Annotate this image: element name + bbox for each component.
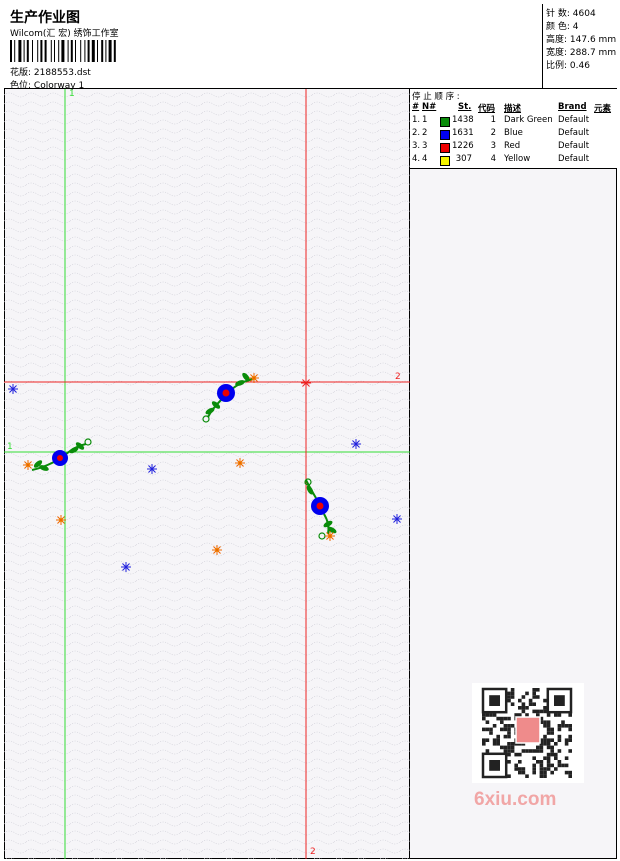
qr-code — [472, 683, 584, 783]
stop-sequence-row: 2. 2 1631 2 Blue Default — [410, 128, 617, 140]
col-st: St. — [458, 102, 472, 112]
col-code: 代码 — [478, 104, 496, 114]
row-description: Blue — [504, 128, 523, 138]
row-n: 1 — [422, 115, 428, 125]
scale-line: 比例: 0.46 — [546, 61, 590, 71]
row-n: 3 — [422, 141, 428, 151]
row-n: 4 — [422, 154, 428, 164]
watermark: 6xiu.com — [474, 789, 557, 810]
barcode — [10, 40, 116, 62]
stop-sequence-row: 3. 3 1226 3 Red Default — [410, 141, 617, 153]
stitch-star — [235, 458, 245, 468]
design-preview — [4, 89, 410, 859]
design-canvas: 1 1 2 2 — [4, 89, 410, 859]
design-value: 2188553.dst — [33, 68, 91, 78]
row-brand: Default — [558, 154, 590, 164]
row-brand: Default — [558, 141, 590, 151]
height-value: 147.6 mm — [569, 35, 617, 45]
row-index: 2. — [412, 128, 421, 138]
row-index: 4. — [412, 154, 421, 164]
row-stitches: 1631 — [452, 128, 474, 138]
row-description: Red — [504, 141, 521, 151]
width-line: 宽度: 288.7 mm — [546, 48, 617, 58]
design-file-line: 花版: 2188553.dst — [10, 65, 91, 78]
stitch-star — [23, 460, 33, 470]
green-guide-label-top: 1 — [69, 89, 75, 99]
stop-sequence-panel: 停 止 顺 序 : # N# St. 代码 描述 Brand 元素 1. 1 143… — [410, 89, 617, 169]
row-stitches: 1226 — [452, 141, 474, 151]
row-index: 1. — [412, 115, 421, 125]
red-guide-label-right: 2 — [395, 372, 401, 382]
stop-sequence-title: 停 止 顺 序 : — [412, 92, 460, 102]
stitch-star — [351, 439, 361, 449]
colors-line: 颜 色: 4 — [546, 22, 579, 32]
row-code: 4 — [490, 154, 496, 164]
stop-sequence-header: # N# St. 代码 描述 Brand 元素 — [410, 102, 617, 114]
stitch-star — [8, 384, 18, 394]
stitches-value: 4604 — [572, 9, 596, 19]
row-description: Yellow — [504, 154, 531, 164]
green-guide-label-left: 1 — [7, 442, 13, 452]
row-code: 1 — [490, 115, 496, 125]
row-stitches: 307 — [455, 154, 472, 164]
design-label: 花版: — [10, 68, 32, 78]
row-n: 2 — [422, 128, 428, 138]
row-code: 3 — [490, 141, 496, 151]
stitch-star — [249, 373, 259, 383]
col-desc: 描述 — [504, 104, 522, 114]
studio-subtitle: Wilcom(汇 宏) 绣饰工作室 — [10, 29, 119, 39]
stitch-star — [147, 464, 157, 474]
height-line: 高度: 147.6 mm — [546, 35, 617, 45]
stop-sequence-row: 4. 4 307 4 Yellow Default — [410, 154, 617, 166]
stitch-star — [56, 515, 66, 525]
info-box: 针 数: 4604 颜 色: 4 高度: 147.6 mm 宽度: 288.7 … — [542, 4, 617, 89]
stitches-line: 针 数: 4604 — [546, 9, 596, 19]
colors-value: 4 — [572, 22, 579, 32]
col-element: 元素 — [594, 104, 612, 114]
row-brand: Default — [558, 128, 590, 138]
red-guide-label-bottom: 2 — [310, 847, 316, 857]
col-hash: # — [412, 102, 420, 112]
color-swatch — [440, 130, 450, 140]
page-title: 生产作业图 — [10, 10, 80, 26]
stitch-star — [212, 545, 222, 555]
stitch-star — [325, 531, 335, 541]
row-stitches: 1438 — [452, 115, 474, 125]
row-brand: Default — [558, 115, 590, 125]
scale-value: 0.46 — [569, 61, 590, 71]
color-swatch — [440, 143, 450, 153]
row-index: 3. — [412, 141, 421, 151]
color-swatch — [440, 156, 450, 166]
color-swatch — [440, 117, 450, 127]
stitch-star — [392, 514, 402, 524]
stitch-star — [121, 562, 131, 572]
stitch-star — [301, 378, 311, 388]
width-value: 288.7 mm — [569, 48, 617, 58]
col-n: N# — [422, 102, 437, 112]
row-description: Dark Green — [504, 115, 553, 125]
col-brand: Brand — [558, 102, 587, 112]
header: 生产作业图 Wilcom(汇 宏) 绣饰工作室 花版: 2188553.dst … — [4, 4, 617, 91]
row-code: 2 — [490, 128, 496, 138]
stop-sequence-row: 1. 1 1438 1 Dark Green Default — [410, 115, 617, 127]
